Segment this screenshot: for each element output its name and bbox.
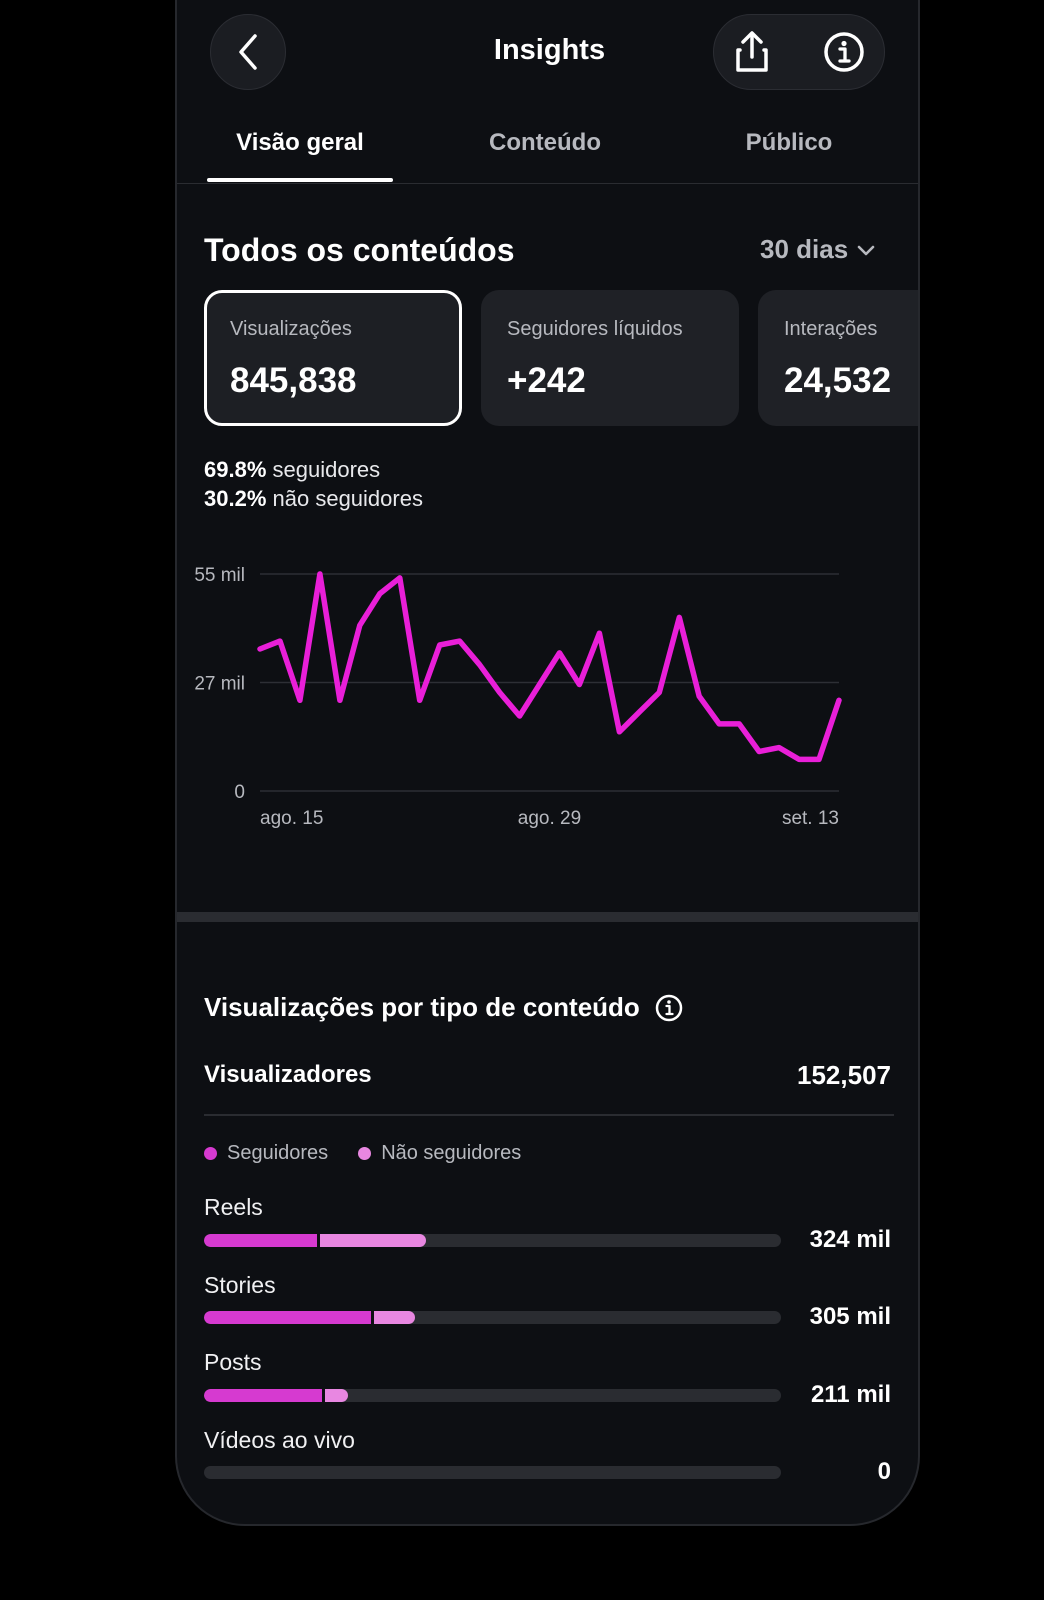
- share-icon: [736, 31, 768, 72]
- metric-label: Seguidores líquidos: [507, 318, 683, 340]
- info-icon[interactable]: [654, 993, 684, 1023]
- info-icon: [824, 32, 864, 72]
- legend-label: Não seguidores: [381, 1142, 522, 1164]
- range-selector[interactable]: 30 dias: [760, 234, 876, 265]
- header-actions: [713, 14, 885, 90]
- legend-item-followers: Seguidores: [204, 1142, 328, 1165]
- nonfollowers-split: 30.2% não seguidores: [204, 486, 423, 512]
- row-value-reels: 324 mil: [809, 1226, 891, 1253]
- row-value-stories: 305 mil: [809, 1303, 891, 1330]
- split-percent: 69.8%: [204, 457, 267, 482]
- tab-content[interactable]: Conteúdo: [425, 129, 665, 157]
- section-divider: [177, 912, 918, 922]
- viewers-label: Visualizadores: [204, 1061, 372, 1088]
- row-label-reels: Reels: [204, 1194, 263, 1220]
- content-type-heading: Visualizações por tipo de conteúdo: [204, 992, 684, 1023]
- metric-value: +242: [507, 361, 586, 400]
- section-title: Todos os conteúdos: [204, 232, 515, 268]
- viewers-divider: [204, 1114, 894, 1116]
- legend-dot: [204, 1147, 217, 1160]
- bar-track: [204, 1311, 781, 1324]
- bar-segment-nonfollowers: [371, 1311, 415, 1324]
- metric-card-views[interactable]: Visualizações 845,838: [204, 290, 462, 426]
- bar-segment-followers: [204, 1234, 317, 1247]
- row-value-posts: 211 mil: [810, 1381, 891, 1408]
- y-tick-label: 55 mil: [194, 565, 245, 586]
- bar-segment-nonfollowers: [322, 1389, 349, 1402]
- split-percent: 30.2%: [204, 486, 267, 511]
- bar-track: [204, 1466, 781, 1479]
- split-label: seguidores: [272, 457, 381, 482]
- followers-split: 69.8% seguidores: [204, 457, 380, 483]
- tab-audience[interactable]: Público: [669, 129, 909, 157]
- phone-screen: Insights Visão geral Conteúdo Público To…: [175, 0, 920, 1526]
- tab-overview[interactable]: Visão geral: [180, 129, 420, 157]
- metric-label: Visualizações: [230, 318, 352, 340]
- bar-segment-followers: [204, 1389, 323, 1402]
- split-label: não seguidores: [272, 486, 423, 511]
- bar-track: [204, 1234, 781, 1247]
- views-line-chart: 55 mil 27 mil 0 ago. 15 ago. 29 set. 13: [194, 565, 842, 829]
- row-label-live: Vídeos ao vivo: [204, 1427, 355, 1453]
- row-label-posts: Posts: [204, 1349, 262, 1375]
- content-type-title: Visualizações por tipo de conteúdo: [204, 992, 640, 1022]
- metric-card-interactions[interactable]: Interações 24,532: [758, 290, 918, 426]
- x-tick-label: ago. 15: [260, 808, 323, 829]
- x-tick-label: set. 13: [782, 808, 839, 829]
- metric-card-net-followers[interactable]: Seguidores líquidos +242: [481, 290, 739, 426]
- share-button[interactable]: [714, 15, 790, 89]
- info-button[interactable]: [806, 15, 882, 89]
- bar-segment-followers: [204, 1311, 372, 1324]
- row-value-live: 0: [877, 1458, 891, 1485]
- viewers-value: 152,507: [797, 1060, 891, 1090]
- x-tick-label: ago. 29: [518, 808, 581, 829]
- tab-divider: [177, 183, 918, 184]
- legend-item-nonfollowers: Não seguidores: [358, 1142, 521, 1165]
- chevron-down-icon: [857, 245, 875, 255]
- metric-label: Interações: [784, 318, 878, 340]
- tab-active-indicator: [207, 178, 393, 182]
- legend-dot: [358, 1147, 372, 1160]
- series-line: [257, 571, 842, 763]
- metric-value: 845,838: [230, 361, 357, 400]
- bar-segment-nonfollowers: [316, 1234, 427, 1247]
- metric-value: 24,532: [784, 361, 892, 400]
- range-label: 30 dias: [760, 234, 849, 264]
- bar-legend: Seguidores Não seguidores: [204, 1142, 521, 1165]
- y-tick-label: 27 mil: [194, 674, 245, 695]
- y-tick-label: 0: [234, 782, 245, 803]
- legend-label: Seguidores: [227, 1142, 329, 1164]
- row-label-stories: Stories: [204, 1272, 276, 1298]
- bar-track: [204, 1389, 781, 1402]
